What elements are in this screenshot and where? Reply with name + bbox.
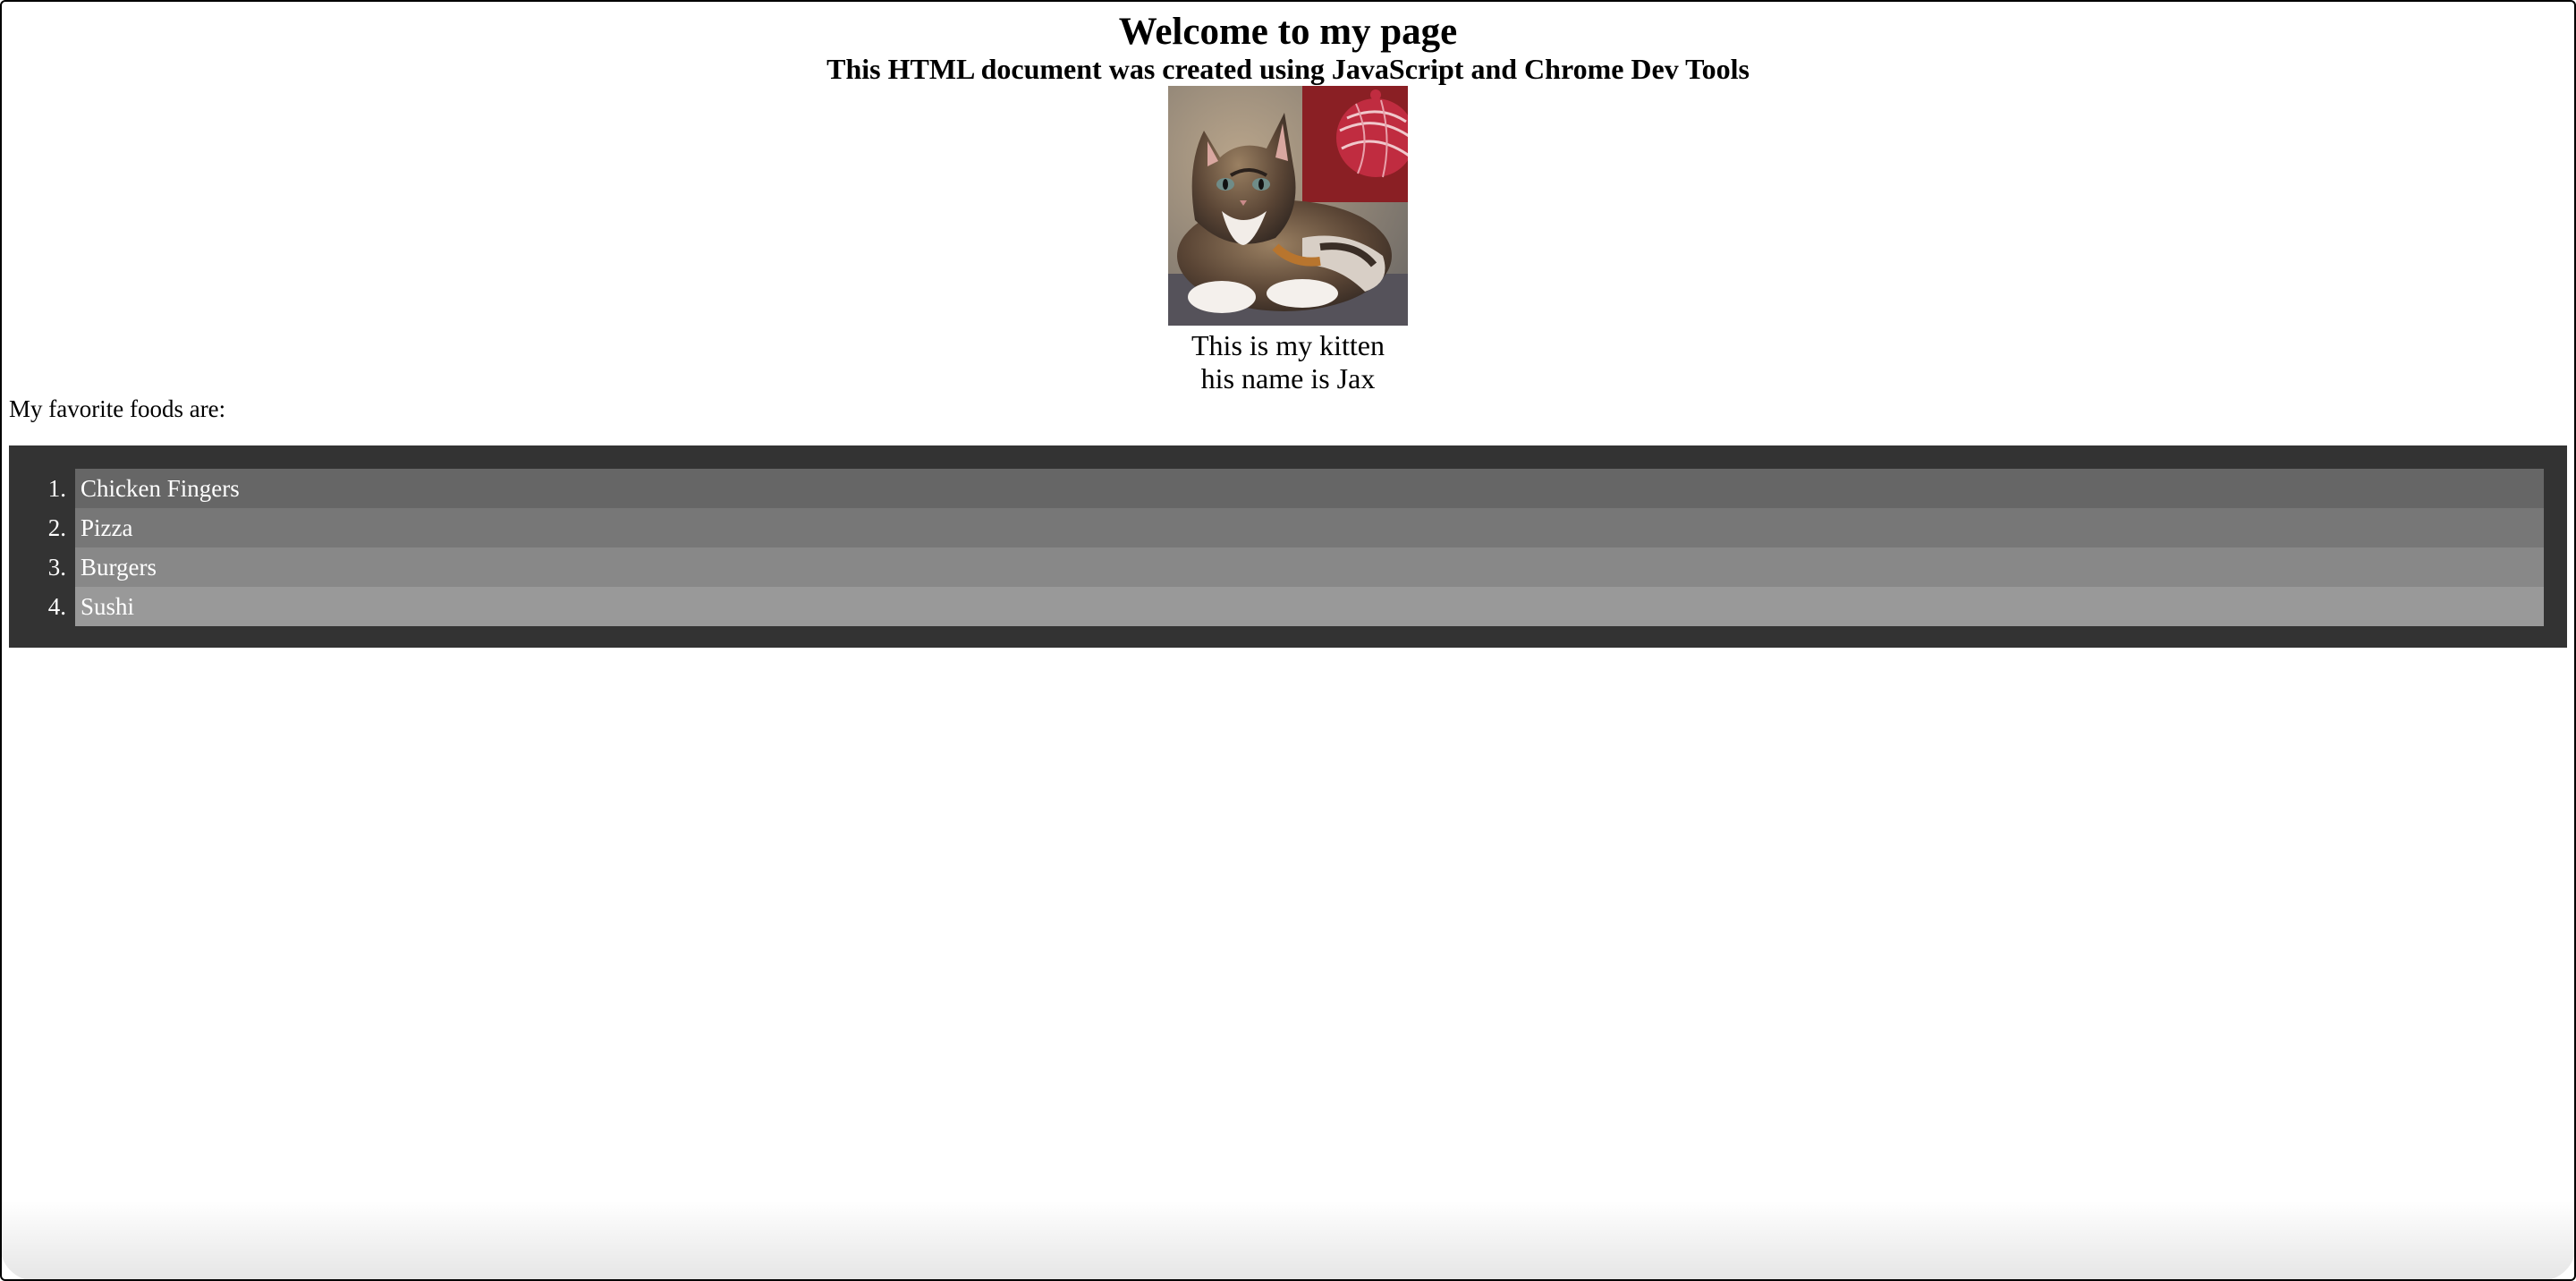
list-item-number: 1. [47, 475, 66, 502]
list-item: 4. Sushi [48, 587, 2544, 626]
page-subtitle: This HTML document was created using Jav… [826, 53, 1750, 85]
list-item-label: Pizza [80, 514, 133, 541]
list-item-label: Burgers [80, 554, 157, 581]
page-title: Welcome to my page [1118, 11, 1458, 53]
list-item-label: Chicken Fingers [80, 475, 240, 502]
list-item-number: 4. [47, 593, 66, 620]
list-item: 1. Chicken Fingers [48, 469, 2544, 508]
list-item-number: 2. [47, 514, 66, 541]
kitten-photo [1168, 86, 1408, 326]
favorite-foods-list: 1. Chicken Fingers 2. Pizza 3. Burgers 4… [9, 445, 2567, 648]
caption-line-2: his name is Jax [1200, 362, 1376, 394]
list-item: 2. Pizza [48, 508, 2544, 547]
kitten-caption: This is my kitten his name is Jax [0, 329, 2576, 395]
window-bottom-shadow [0, 1200, 2576, 1281]
caption-line-1: This is my kitten [1191, 329, 1385, 361]
list-item-label: Sushi [80, 593, 135, 620]
favorite-foods-intro: My favorite foods are: [9, 395, 226, 422]
list-item-number: 3. [47, 554, 66, 581]
list-item: 3. Burgers [48, 547, 2544, 587]
